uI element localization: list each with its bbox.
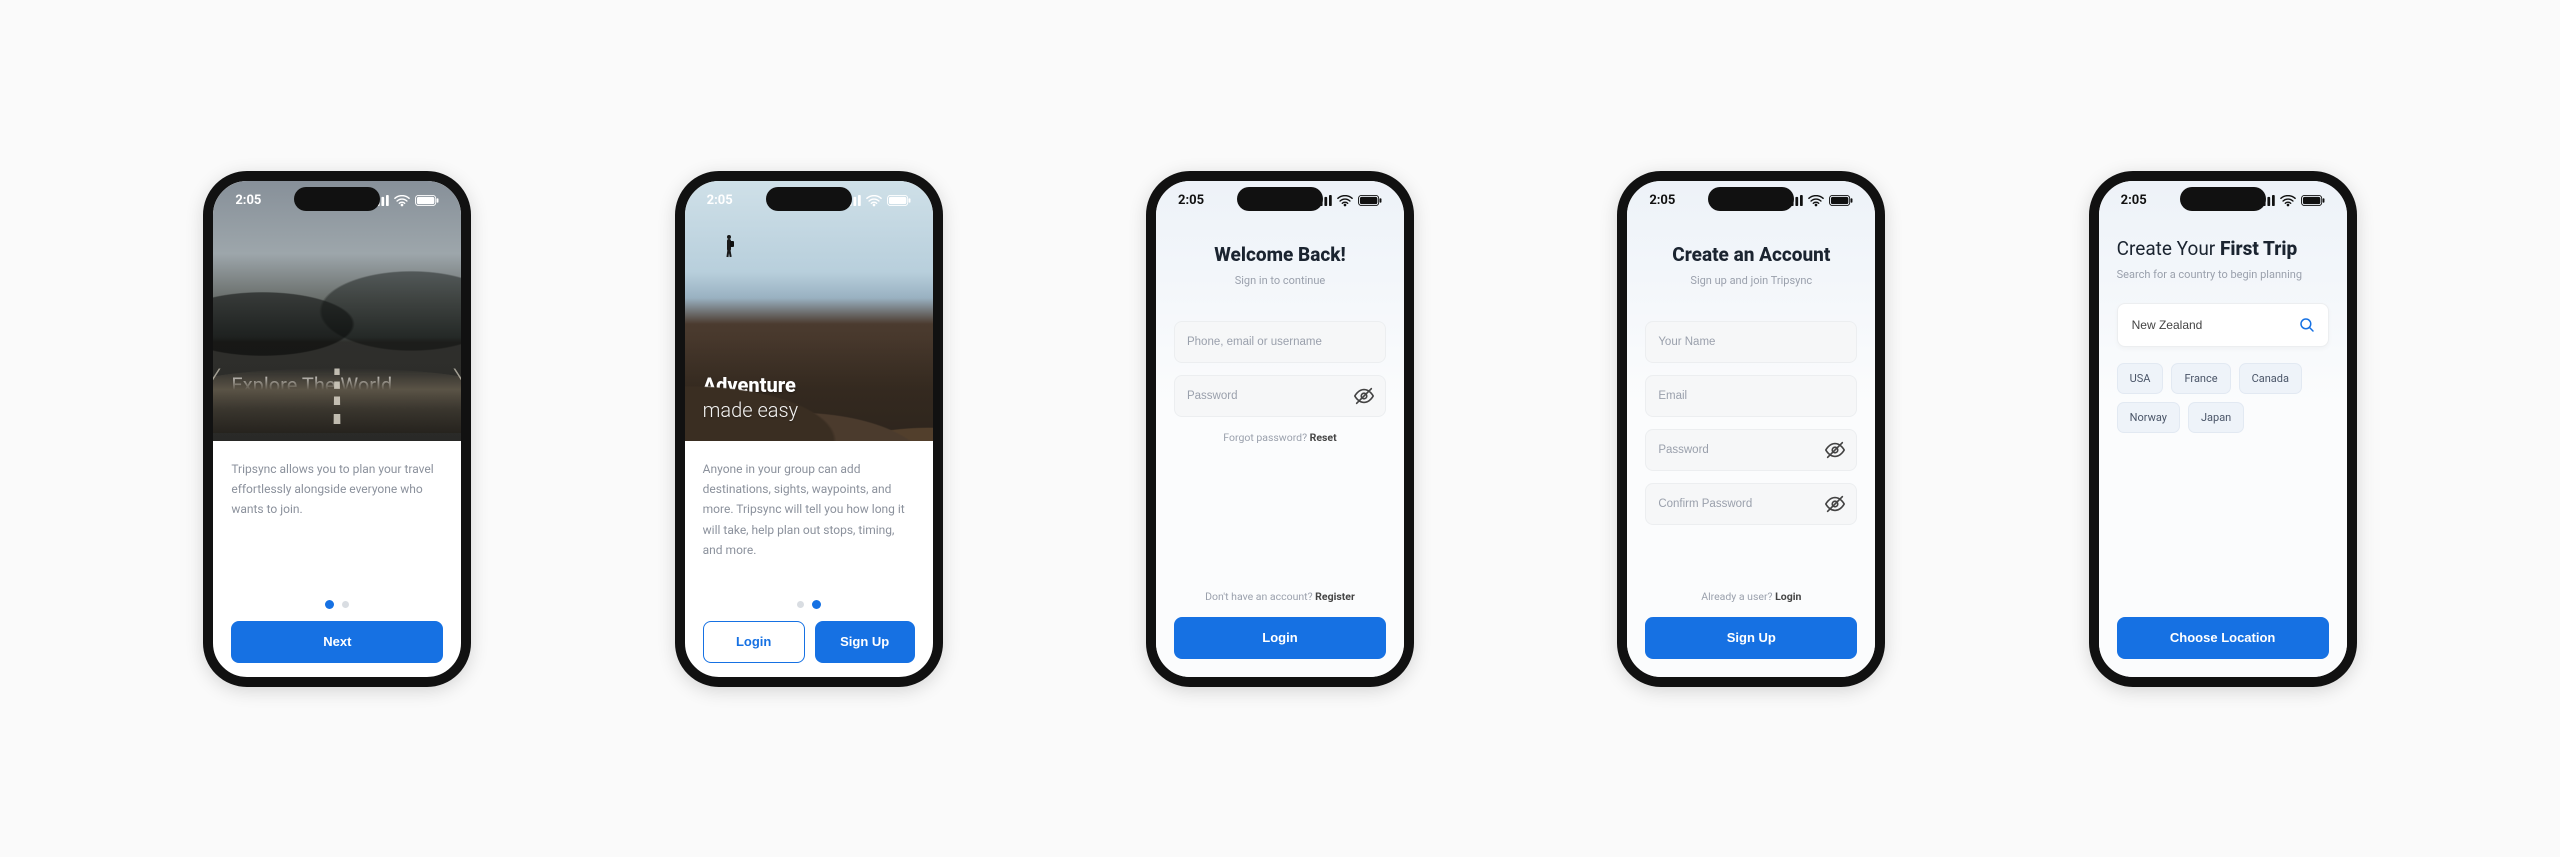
toggle-password-visibility-icon[interactable] — [1353, 385, 1375, 407]
email-field[interactable] — [1645, 375, 1857, 417]
country-search-field[interactable] — [2117, 303, 2329, 347]
battery-icon — [1358, 195, 1382, 206]
device-notch — [1237, 187, 1323, 211]
reset-link[interactable]: Reset — [1310, 431, 1337, 444]
forgot-password-label: Forgot password? — [1223, 431, 1309, 444]
login-footer: Already a user? Login — [1645, 590, 1857, 603]
password-field[interactable] — [1645, 429, 1857, 471]
identity-input[interactable] — [1185, 335, 1375, 349]
battery-icon — [1829, 195, 1853, 206]
status-time: 2:05 — [1178, 193, 1204, 208]
page-title-light: Create Your — [2117, 237, 2220, 260]
page-dot-2 — [342, 601, 349, 608]
page-subtitle: Sign up and join Tripsync — [1645, 274, 1857, 287]
confirm-password-input[interactable] — [1656, 497, 1824, 511]
login-submit-button[interactable]: Login — [1174, 617, 1386, 659]
page-dot-1 — [797, 601, 804, 608]
page-subtitle: Search for a country to begin planning — [2117, 268, 2329, 281]
register-footer: Don't have an account? Register — [1174, 590, 1386, 603]
page-title: Create Your First Trip — [2117, 237, 2329, 260]
device-notch — [294, 187, 380, 211]
chip-usa[interactable]: USA — [2117, 363, 2164, 394]
forgot-password-row: Forgot password? Reset — [1174, 431, 1386, 444]
wifi-icon — [2280, 195, 2296, 207]
password-field[interactable] — [1174, 375, 1386, 417]
hero-title-line2: made easy — [703, 398, 799, 422]
device-frame-login: 2:05 Welcome Back! Sign in to continue — [1146, 171, 1414, 687]
device-notch — [766, 187, 852, 211]
page-title: Create an Account — [1645, 243, 1857, 266]
wifi-icon — [394, 195, 410, 207]
name-input[interactable] — [1656, 335, 1846, 349]
password-input[interactable] — [1656, 443, 1824, 457]
name-field[interactable] — [1645, 321, 1857, 363]
register-prefix: Don't have an account? — [1205, 590, 1315, 603]
chip-norway[interactable]: Norway — [2117, 402, 2180, 433]
page-subtitle: Sign in to continue — [1174, 274, 1386, 287]
wifi-icon — [1808, 195, 1824, 207]
chip-japan[interactable]: Japan — [2188, 402, 2244, 433]
hero-hiker — [723, 235, 735, 257]
confirm-password-field[interactable] — [1645, 483, 1857, 525]
page-dot-2 — [812, 600, 821, 609]
password-input[interactable] — [1185, 389, 1353, 403]
signup-button[interactable]: Sign Up — [815, 621, 915, 663]
status-time: 2:05 — [235, 193, 261, 208]
device-frame-first-trip: 2:05 Create Your First Trip Search for a… — [2089, 171, 2357, 687]
device-notch — [2180, 187, 2266, 211]
register-link[interactable]: Register — [1315, 590, 1355, 603]
onboarding-description: Tripsync allows you to plan your travel … — [231, 459, 443, 520]
chip-canada[interactable]: Canada — [2239, 363, 2302, 394]
login-link[interactable]: Login — [1775, 590, 1801, 603]
page-title-bold: First Trip — [2220, 237, 2297, 260]
toggle-password-visibility-icon[interactable] — [1824, 439, 1846, 461]
wifi-icon — [1337, 195, 1353, 207]
chip-france[interactable]: France — [2171, 363, 2230, 394]
device-notch — [1708, 187, 1794, 211]
battery-icon — [415, 195, 439, 206]
identity-field[interactable] — [1174, 321, 1386, 363]
choose-location-button[interactable]: Choose Location — [2117, 617, 2329, 659]
status-time: 2:05 — [1649, 193, 1675, 208]
toggle-password-visibility-icon[interactable] — [1824, 493, 1846, 515]
status-time: 2:05 — [707, 193, 733, 208]
suggested-countries: USA France Canada Norway Japan — [2117, 363, 2329, 433]
page-indicator — [231, 601, 443, 609]
signup-submit-button[interactable]: Sign Up — [1645, 617, 1857, 659]
status-time: 2:05 — [2121, 193, 2147, 208]
page-dot-1 — [325, 600, 334, 609]
hero-road — [203, 368, 471, 433]
battery-icon — [2301, 195, 2325, 206]
page-title: Welcome Back! — [1174, 243, 1386, 266]
email-input[interactable] — [1656, 389, 1846, 403]
page-indicator — [703, 601, 915, 609]
login-prefix: Already a user? — [1701, 590, 1775, 603]
country-search-input[interactable] — [2130, 317, 2298, 333]
next-button[interactable]: Next — [231, 621, 443, 663]
login-button[interactable]: Login — [703, 621, 805, 663]
wifi-icon — [866, 195, 882, 207]
onboarding-description: Anyone in your group can add destination… — [703, 459, 915, 561]
device-frame-onboarding-2: 2:05 Adventure made easy Anyone in your … — [675, 171, 943, 687]
search-icon[interactable] — [2298, 316, 2316, 334]
device-frame-signup: 2:05 Create an Account Sign up and join … — [1617, 171, 1885, 687]
device-frame-onboarding-1: 2:05 Explore The World Together Tripsync… — [203, 171, 471, 687]
battery-icon — [887, 195, 911, 206]
